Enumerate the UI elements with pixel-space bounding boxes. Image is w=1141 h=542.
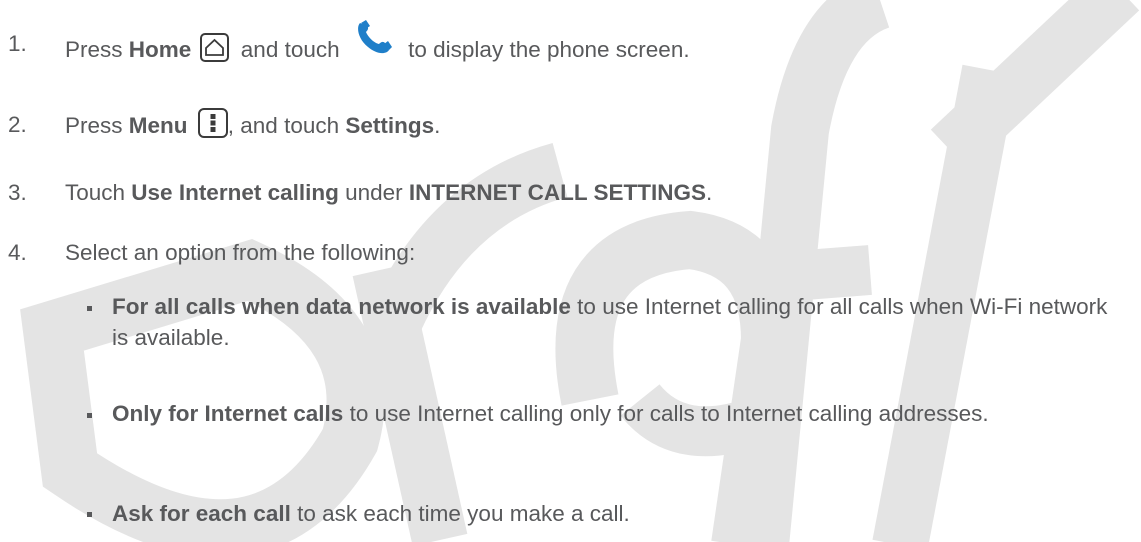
menu-key-label: Menu	[128, 112, 188, 138]
use-internet-calling-label: Use Internet calling	[131, 180, 339, 205]
option-name: Only for Internet calls	[112, 401, 344, 426]
step-text: Press	[65, 36, 129, 62]
option-name: Ask for each call	[112, 501, 291, 526]
step-text: under	[338, 180, 409, 205]
draft-watermark	[20, 0, 1140, 542]
step-text: to display the phone screen.	[401, 36, 690, 62]
step-text: .	[434, 112, 441, 138]
step-number: 2.	[8, 112, 27, 137]
step-text: , and touch	[227, 112, 346, 138]
internet-call-settings-label: INTERNET CALL SETTINGS	[408, 180, 707, 205]
bullet-icon	[87, 512, 92, 517]
step-text: and touch	[234, 36, 346, 62]
option-description: to use Internet calling only for calls t…	[343, 401, 989, 426]
option-name: For all calls when data network is avail…	[112, 294, 571, 319]
bullet-icon	[87, 306, 92, 311]
step-text: Touch	[65, 180, 132, 205]
settings-label: Settings	[345, 112, 435, 138]
step-text: Select an option from the following:	[65, 240, 416, 265]
menu-icon	[197, 108, 228, 138]
step-text: Press	[65, 112, 129, 138]
phone-icon	[352, 17, 394, 57]
step-number: 3.	[8, 180, 27, 205]
home-key-label: Home	[128, 36, 192, 62]
step-number: 1.	[8, 31, 27, 56]
home-icon	[199, 32, 229, 62]
bullet-icon	[87, 413, 92, 418]
option-description: to ask each time you make a call.	[290, 501, 630, 526]
step-number: 4.	[8, 240, 27, 265]
step-text: .	[706, 180, 713, 205]
